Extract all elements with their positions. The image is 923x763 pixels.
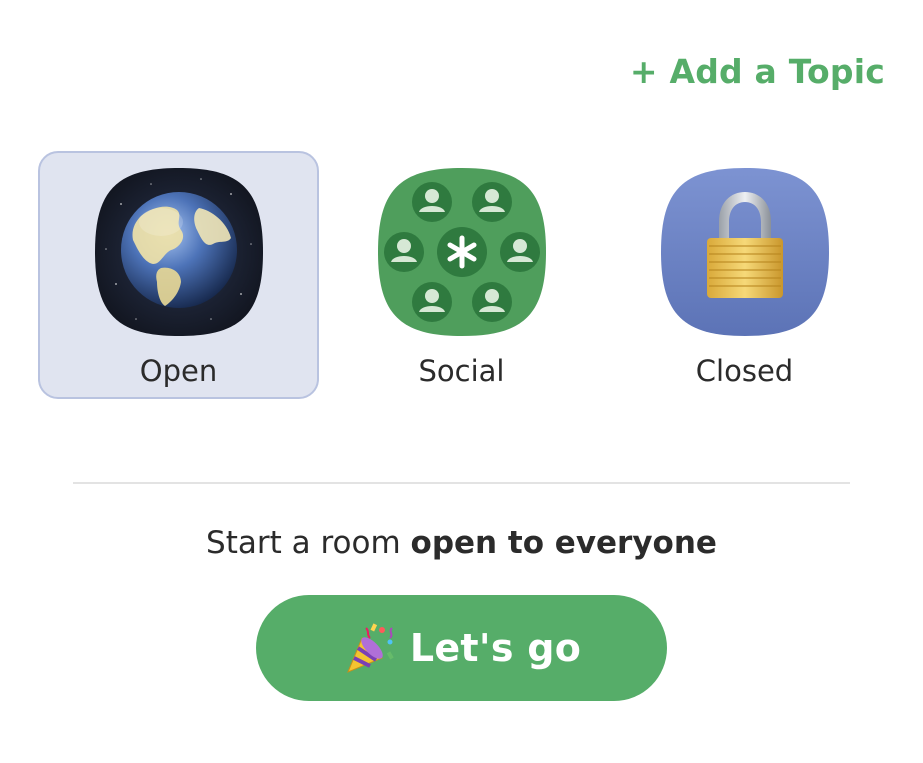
globe-icon <box>94 168 263 336</box>
room-type-social[interactable]: Social <box>321 151 602 399</box>
room-type-closed[interactable]: Closed <box>604 151 885 399</box>
party-popper-icon <box>346 623 394 673</box>
room-type-label: Open <box>139 354 218 388</box>
padlock-icon <box>660 168 829 336</box>
lets-go-label: Let's go <box>409 626 582 670</box>
social-group-icon <box>377 168 546 336</box>
description-emphasis: open to everyone <box>410 525 717 561</box>
room-type-open[interactable]: Open <box>38 151 319 399</box>
add-topic-button[interactable]: + Add a Topic <box>630 52 885 91</box>
lets-go-button[interactable]: Let's go <box>256 595 667 701</box>
room-type-label: Closed <box>695 354 794 388</box>
divider <box>73 482 850 484</box>
description-prefix: Start a room <box>206 525 411 561</box>
room-type-label: Social <box>418 354 505 388</box>
room-description: Start a room open to everyone <box>0 525 923 561</box>
